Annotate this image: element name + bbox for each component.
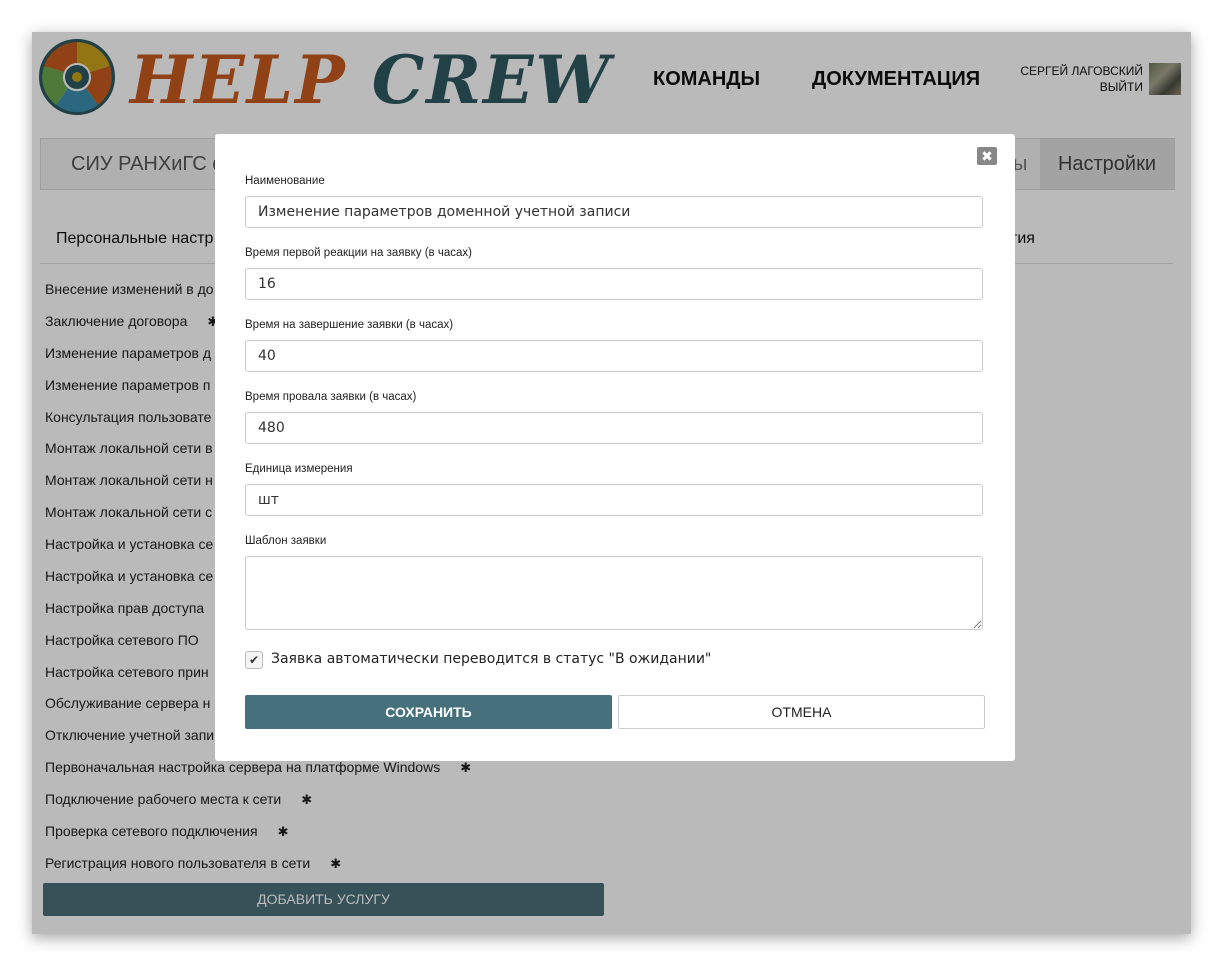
failure-time-input[interactable] [245, 412, 983, 444]
template-label: Шаблон заявки [245, 535, 327, 547]
auto-waiting-checkbox-label[interactable]: Заявка автоматически переводится в стату… [271, 651, 711, 667]
completion-time-input[interactable] [245, 340, 983, 372]
first-reaction-label: Время первой реакции на заявку (в часах) [245, 247, 472, 259]
name-label: Наименование [245, 175, 325, 187]
cancel-button[interactable]: ОТМЕНА [618, 695, 985, 729]
completion-time-label: Время на завершение заявки (в часах) [245, 319, 454, 331]
failure-time-label: Время провала заявки (в часах) [245, 391, 417, 403]
close-icon[interactable]: ✖ [977, 147, 997, 165]
name-input[interactable] [245, 196, 983, 228]
edit-service-modal: ✖ Наименование Время первой реакции на з… [215, 134, 1015, 761]
auto-waiting-checkbox[interactable]: ✔ [245, 651, 263, 669]
unit-label: Единица измерения [245, 463, 353, 475]
unit-input[interactable] [245, 484, 983, 516]
first-reaction-input[interactable] [245, 268, 983, 300]
template-textarea[interactable] [245, 556, 983, 630]
save-button[interactable]: СОХРАНИТЬ [245, 695, 612, 729]
